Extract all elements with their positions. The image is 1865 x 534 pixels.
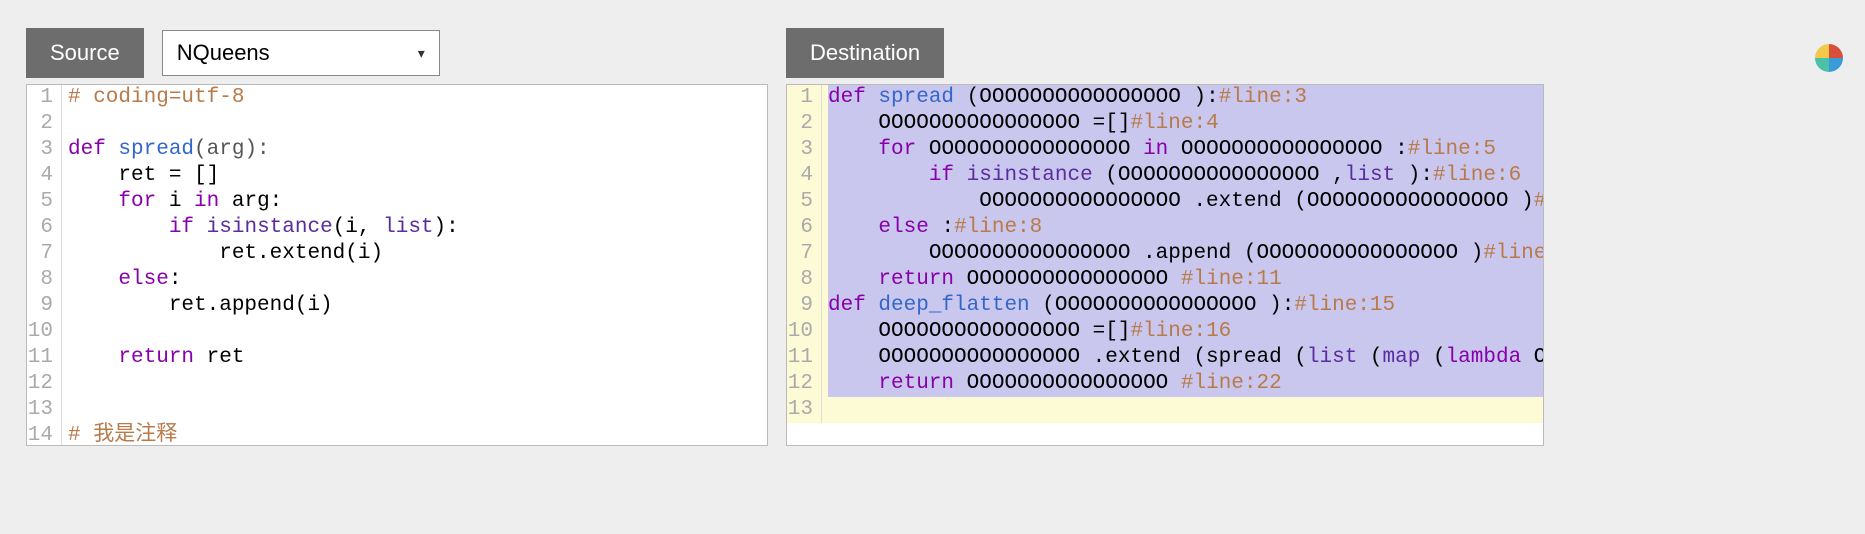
code-text: # coding=utf-8 xyxy=(68,85,767,111)
code-line: 7 ret.extend(i) xyxy=(27,241,767,267)
line-number: 7 xyxy=(27,241,61,267)
code-line: 12 return OOOOOOOOOOOOOOOO #line:22 xyxy=(787,371,1543,397)
line-number: 9 xyxy=(787,293,821,319)
line-number: 6 xyxy=(27,215,61,241)
code-line: 13 xyxy=(787,397,1543,423)
code-line: 2 xyxy=(27,111,767,137)
source-tab-label: Source xyxy=(50,40,120,66)
line-number: 8 xyxy=(27,267,61,293)
code-text: for i in arg: xyxy=(68,189,767,215)
source-file-dropdown[interactable]: NQueens ▾ xyxy=(162,30,440,76)
code-line: 6 if isinstance(i, list): xyxy=(27,215,767,241)
line-number: 4 xyxy=(787,163,821,189)
line-number: 5 xyxy=(27,189,61,215)
code-text: def spread (OOOOOOOOOOOOOOOO ):#line:3 xyxy=(828,85,1543,111)
code-text: if isinstance(i, list): xyxy=(68,215,767,241)
source-tab[interactable]: Source xyxy=(26,28,144,78)
code-line: 5 for i in arg: xyxy=(27,189,767,215)
code-text: OOOOOOOOOOOOOOOO =[]#line:16 xyxy=(828,319,1543,345)
destination-tab[interactable]: Destination xyxy=(786,28,944,78)
code-text xyxy=(68,111,767,137)
line-number: 2 xyxy=(27,111,61,137)
destination-tab-label: Destination xyxy=(810,40,920,66)
source-header: Source NQueens ▾ xyxy=(26,28,768,78)
line-number: 3 xyxy=(787,137,821,163)
code-line: 14 # 我是注释 xyxy=(27,423,767,446)
code-line: 12 xyxy=(27,371,767,397)
code-line: 9 def deep_flatten (OOOOOOOOOOOOOOOO ):#l… xyxy=(787,293,1543,319)
code-line: 8 return OOOOOOOOOOOOOOOO #line:11 xyxy=(787,267,1543,293)
code-line: 1 # coding=utf-8 xyxy=(27,85,767,111)
code-text: ret.append(i) xyxy=(68,293,767,319)
code-text: ret.extend(i) xyxy=(68,241,767,267)
code-line: 4 ret = [] xyxy=(27,163,767,189)
code-line: 11 OOOOOOOOOOOOOOOO .extend (spread (lis… xyxy=(787,345,1543,371)
code-line: 13 xyxy=(27,397,767,423)
code-line: 10 OOOOOOOOOOOOOOOO =[]#line:16 xyxy=(787,319,1543,345)
chevron-down-icon: ▾ xyxy=(418,45,425,62)
dropdown-value: NQueens xyxy=(177,40,270,66)
line-number: 13 xyxy=(787,397,821,423)
line-number: 11 xyxy=(27,345,61,371)
destination-header: Destination xyxy=(786,28,1544,78)
line-number: 13 xyxy=(27,397,61,423)
line-number: 6 xyxy=(787,215,821,241)
code-text: for OOOOOOOOOOOOOOOO in OOOOOOOOOOOOOOOO… xyxy=(828,137,1543,163)
code-text: return OOOOOOOOOOOOOOOO #line:22 xyxy=(828,371,1543,397)
code-text: else: xyxy=(68,267,767,293)
line-number: 11 xyxy=(787,345,821,371)
line-number: 10 xyxy=(787,319,821,345)
line-number: 9 xyxy=(27,293,61,319)
code-line: 2 OOOOOOOOOOOOOOOO =[]#line:4 xyxy=(787,111,1543,137)
code-line: 5 OOOOOOOOOOOOOOOO .extend (OOOOOOOOOOOO… xyxy=(787,189,1543,215)
line-number: 3 xyxy=(27,137,61,163)
code-text: # 我是注释 xyxy=(68,423,767,446)
line-number: 7 xyxy=(787,241,821,267)
destination-editor[interactable]: 1def spread (OOOOOOOOOOOOOOOO ):#line:32… xyxy=(786,84,1544,446)
line-number: 12 xyxy=(27,371,61,397)
source-panel: Source NQueens ▾ 1 # coding=utf-8 23 def sp… xyxy=(26,28,768,446)
code-line: 10 xyxy=(27,319,767,345)
code-line: 4 if isinstance (OOOOOOOOOOOOOOOO ,list … xyxy=(787,163,1543,189)
code-text xyxy=(68,397,767,423)
line-number: 4 xyxy=(27,163,61,189)
code-text xyxy=(828,397,1543,423)
line-number: 1 xyxy=(787,85,821,111)
code-text: if isinstance (OOOOOOOOOOOOOOOO ,list ):… xyxy=(828,163,1543,189)
code-text: return OOOOOOOOOOOOOOOO #line:11 xyxy=(828,267,1543,293)
code-text: return ret xyxy=(68,345,767,371)
code-line: 1 def spread (OOOOOOOOOOOOOOOO ):#line:3 xyxy=(787,85,1543,111)
code-text xyxy=(68,371,767,397)
destination-panel: Destination 1 def spread (OOOOOOOOOOOOOOO… xyxy=(786,28,1544,446)
line-number: 8 xyxy=(787,267,821,293)
code-text: OOOOOOOOOOOOOOOO =[]#line:4 xyxy=(828,111,1543,137)
code-line: 7 OOOOOOOOOOOOOOOO .append (OOOOOOOOOOOO… xyxy=(787,241,1543,267)
code-text: def deep_flatten (OOOOOOOOOOOOOOOO ):#li… xyxy=(828,293,1543,319)
code-text: def spread(arg): xyxy=(68,137,767,163)
code-line: 8 else: xyxy=(27,267,767,293)
line-number: 5 xyxy=(787,189,821,215)
line-number: 2 xyxy=(787,111,821,137)
code-line: 11 return ret xyxy=(27,345,767,371)
code-line: 3 def spread(arg): xyxy=(27,137,767,163)
code-text: ret = [] xyxy=(68,163,767,189)
code-text: OOOOOOOOOOOOOOOO .extend (OOOOOOOOOOOOOO… xyxy=(828,189,1544,215)
code-text: OOOOOOOOOOOOOOOO .extend (spread (list (… xyxy=(828,345,1544,371)
code-line: 6 else :#line:8 xyxy=(787,215,1543,241)
line-number: 10 xyxy=(27,319,61,345)
code-line: 3 for OOOOOOOOOOOOOOOO in OOOOOOOOOOOOOO… xyxy=(787,137,1543,163)
code-text: OOOOOOOOOOOOOOOO .append (OOOOOOOOOOOOOO… xyxy=(828,241,1544,267)
line-number: 1 xyxy=(27,85,61,111)
code-line: 9 ret.append(i) xyxy=(27,293,767,319)
app-logo-icon xyxy=(1811,40,1847,76)
app-root: Source NQueens ▾ 1# coding=utf-823def sp… xyxy=(0,0,1865,534)
code-text xyxy=(68,319,767,345)
line-number: 14 xyxy=(27,423,61,446)
code-text: else :#line:8 xyxy=(828,215,1543,241)
source-editor[interactable]: 1# coding=utf-823def spread(arg):4 ret =… xyxy=(26,84,768,446)
line-number: 12 xyxy=(787,371,821,397)
